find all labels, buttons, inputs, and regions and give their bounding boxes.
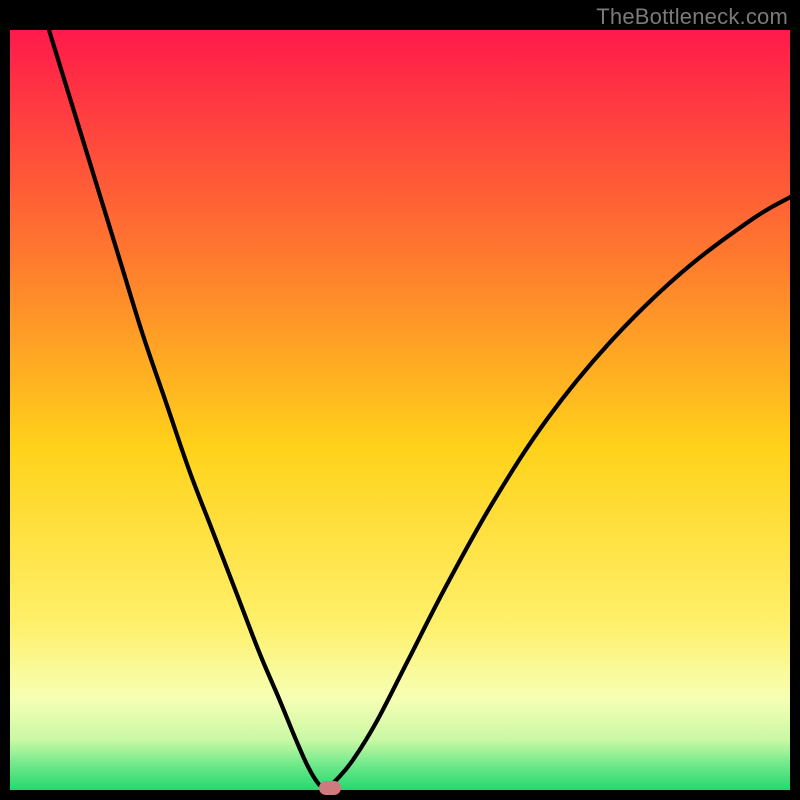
watermark-text: TheBottleneck.com bbox=[596, 4, 788, 30]
bottleneck-chart bbox=[10, 30, 790, 790]
optimum-marker bbox=[319, 781, 341, 795]
chart-frame bbox=[10, 30, 790, 790]
